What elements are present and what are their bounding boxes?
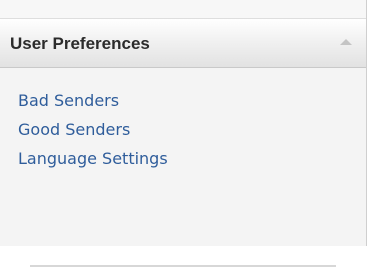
- list-item: Language Settings: [18, 147, 168, 176]
- top-strip: [0, 0, 366, 19]
- panel-title: User Preferences: [10, 34, 150, 53]
- user-preferences-panel: User Preferences Bad Senders Good Sender…: [0, 0, 367, 267]
- list-item: Good Senders: [18, 118, 168, 147]
- preferences-link-list: Bad Senders Good Senders Language Settin…: [18, 89, 168, 176]
- chevron-up-icon[interactable]: [340, 39, 352, 45]
- panel-body: Bad Senders Good Senders Language Settin…: [0, 68, 366, 267]
- bad-senders-link[interactable]: Bad Senders: [18, 91, 119, 110]
- panel-header[interactable]: User Preferences: [0, 19, 366, 68]
- language-settings-link[interactable]: Language Settings: [18, 149, 168, 168]
- good-senders-link[interactable]: Good Senders: [18, 120, 130, 139]
- list-item: Bad Senders: [18, 89, 168, 118]
